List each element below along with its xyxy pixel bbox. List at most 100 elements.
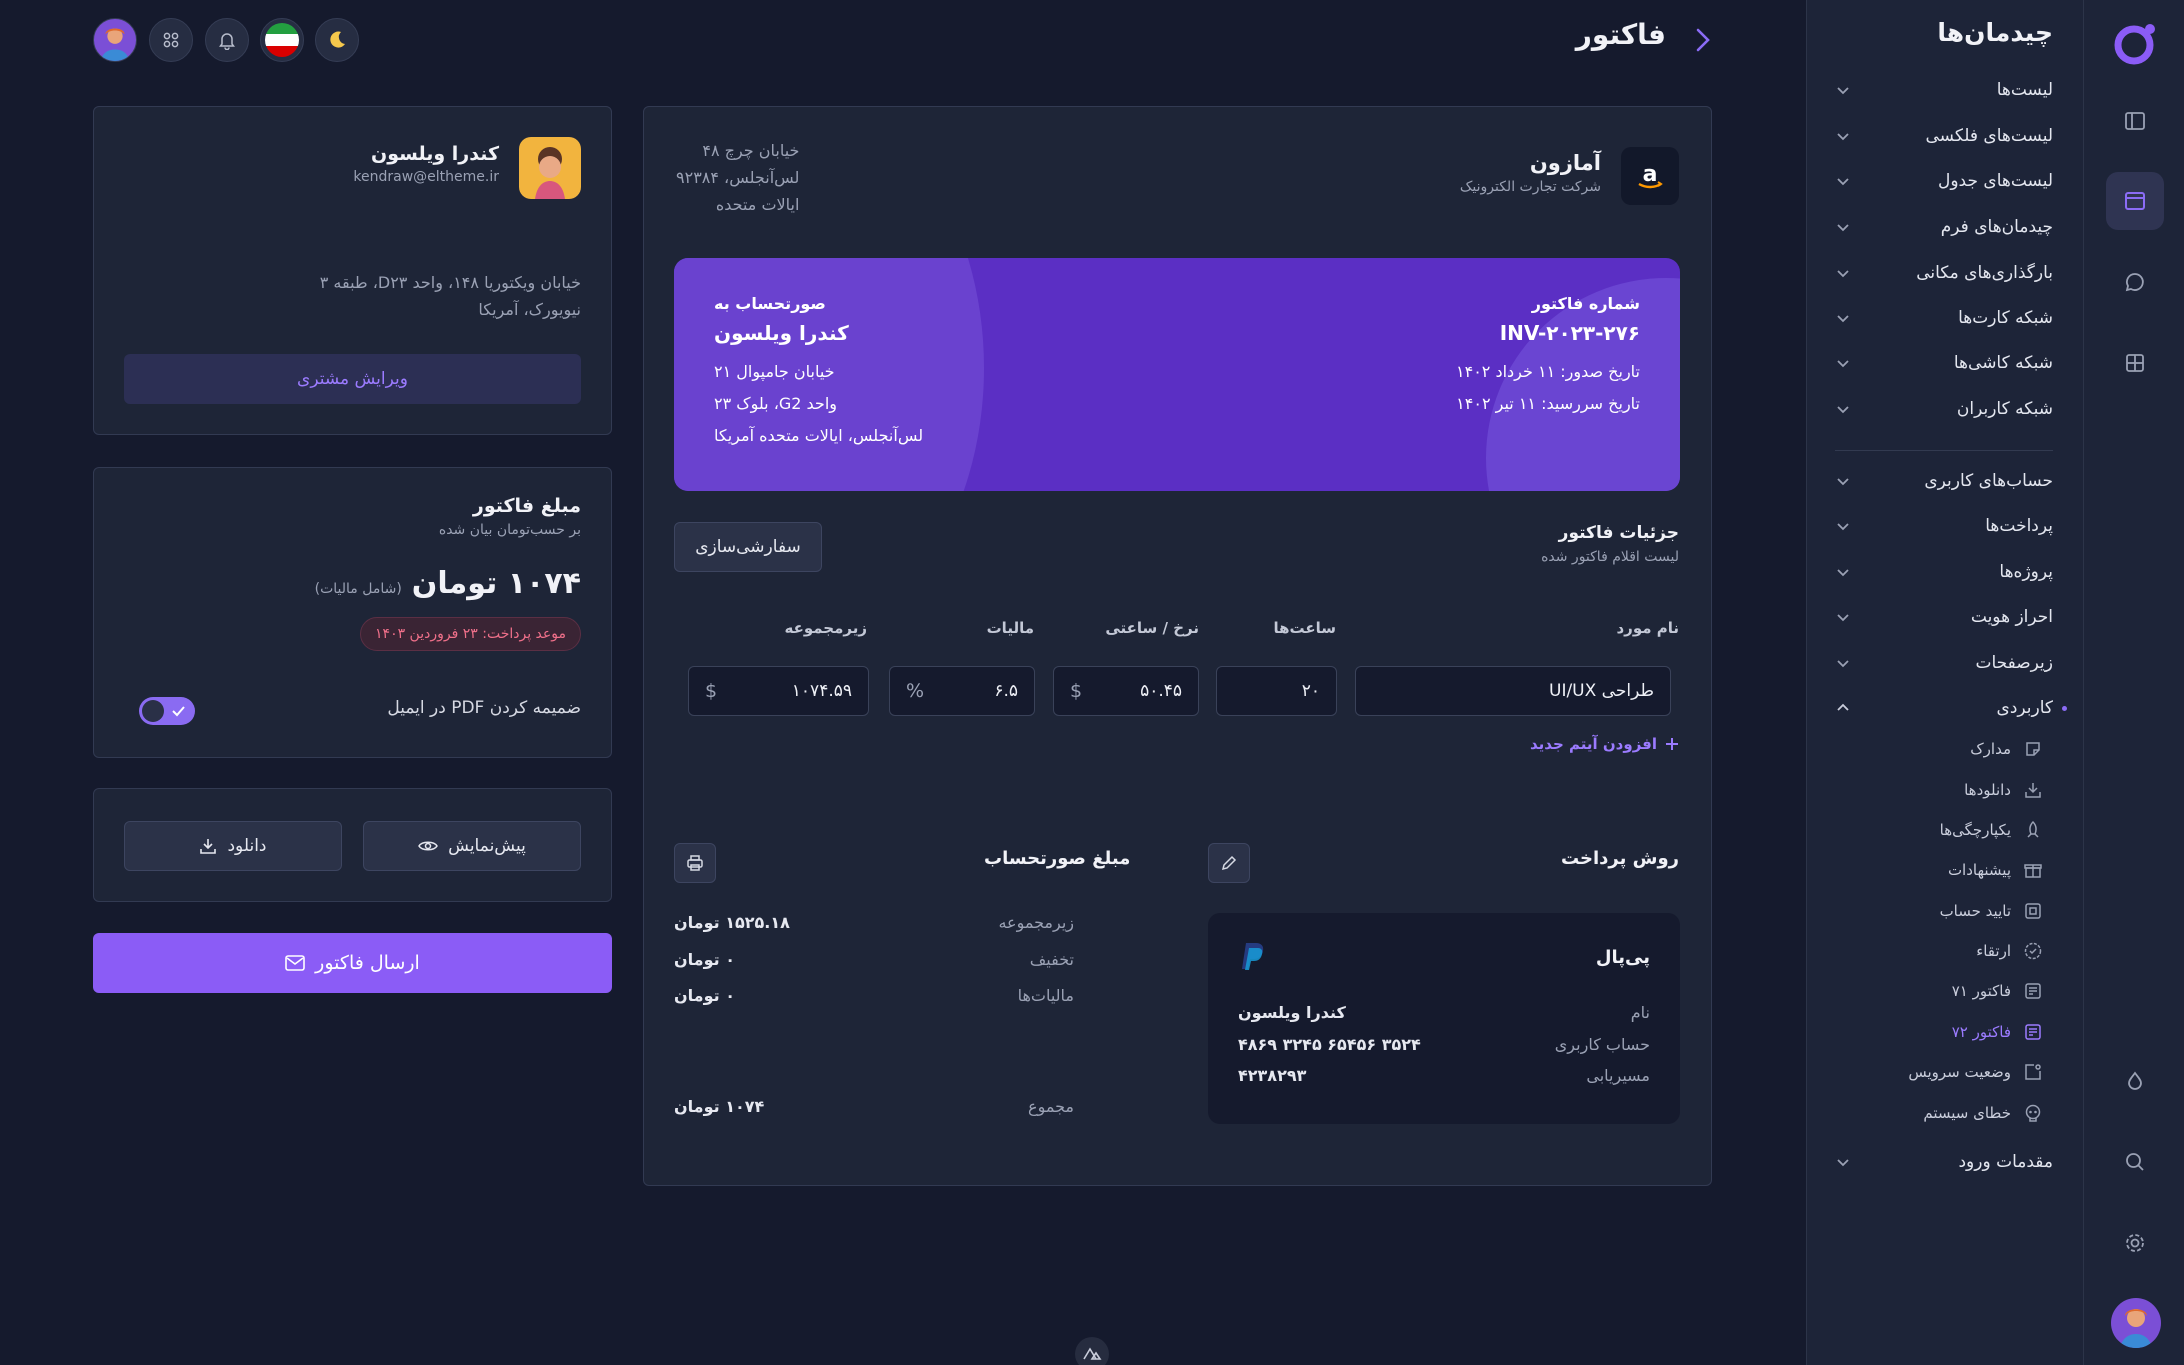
invoice-banner: شماره فاکتور INV-۲۰۲۳-۲۷۶ تاریخ صدور: ۱۱… bbox=[674, 258, 1680, 491]
sidebar-item-lists[interactable]: لیست‌ها bbox=[1835, 70, 2053, 110]
customize-button[interactable]: سفارشی‌سازی bbox=[674, 522, 822, 572]
sidebar-item-payments[interactable]: پرداخت‌ها bbox=[1835, 506, 2053, 546]
send-invoice-button[interactable]: ارسال فاکتور bbox=[93, 933, 612, 993]
summary-total-value: ۱۰۷۴ تومان bbox=[674, 1097, 765, 1116]
issue-date: تاریخ صدور: ۱۱ خرداد ۱۴۰۲ bbox=[1456, 362, 1640, 381]
sidebar-item-user-grid[interactable]: شبکه کاربران bbox=[1835, 389, 2053, 429]
sidebar-sub-offers[interactable]: پیشنهادات bbox=[1948, 853, 2043, 887]
sidebar-item-table-lists[interactable]: لیست‌های جدول bbox=[1835, 161, 2053, 201]
edit-customer-button[interactable]: ویرایش مشتری bbox=[124, 354, 581, 404]
sidebar-item-projects[interactable]: پروژه‌ها bbox=[1835, 552, 2053, 592]
summary-total-label: مجموع bbox=[1028, 1097, 1074, 1116]
sidebar-item-login-intro[interactable]: مقدمات ورود bbox=[1835, 1142, 2053, 1182]
sidebar-item-card-grid[interactable]: شبکه کارت‌ها bbox=[1835, 298, 2053, 338]
attach-pdf-toggle[interactable] bbox=[139, 697, 195, 725]
sidebar: چیدمان‌ها لیست‌ها لیست‌های فلکسی لیست‌ها… bbox=[1806, 0, 2083, 1365]
chevron-back-icon[interactable] bbox=[1692, 26, 1714, 54]
print-button[interactable] bbox=[674, 843, 716, 883]
skull-icon bbox=[2025, 1104, 2041, 1122]
sidebar-sub-verify-account[interactable]: تایید حساب bbox=[1940, 894, 2043, 928]
bill-to-label: صورتحساب به bbox=[714, 294, 826, 313]
column-header-tax: مالیات bbox=[986, 619, 1034, 637]
drop-icon[interactable] bbox=[2106, 1052, 2164, 1110]
due-date-badge: موعد پرداخت: ۲۳ فروردین ۱۴۰۳ bbox=[360, 617, 581, 651]
percent-icon: % bbox=[906, 680, 925, 702]
edit-payment-button[interactable] bbox=[1208, 843, 1250, 883]
sidebar-sub-downloads[interactable]: دانلودها bbox=[1964, 773, 2043, 807]
sidebar-item-accounts[interactable]: حساب‌های کاربری bbox=[1835, 461, 2053, 501]
customer-address: خیابان ویکتوریا ۱۴۸، واحد D۲۳، طبقه ۳ نی… bbox=[320, 269, 581, 323]
rocket-icon bbox=[2027, 820, 2039, 838]
sidebar-sub-invoice-72[interactable]: فاکتور ۷۲ bbox=[1952, 1015, 2043, 1049]
plus-icon bbox=[1666, 738, 1678, 750]
company-address: خیابان چرچ ۴۸ لس‌آنجلس، ۹۲۳۸۴ ایالات متح… bbox=[676, 137, 799, 218]
settings-gear-icon[interactable] bbox=[2106, 1214, 2164, 1272]
nuxt-logo-icon[interactable] bbox=[1075, 1337, 1109, 1365]
dollar-icon: $ bbox=[705, 680, 718, 702]
sidebar-item-utility[interactable]: کاربردی bbox=[1835, 688, 2053, 728]
subtotal-input[interactable]: ۱۰۷۴.۵۹ $ bbox=[688, 666, 869, 716]
customer-email: kendraw@eltheme.ir bbox=[353, 169, 499, 185]
sidebar-sub-documents[interactable]: مدارک bbox=[1970, 732, 2043, 766]
sidebar-item-auth[interactable]: احراز هویت bbox=[1835, 597, 2053, 637]
sidebar-item-form-layouts[interactable]: چیدمان‌های فرم bbox=[1835, 207, 2053, 247]
summary-subtotal-value: ۱۵۲۵.۱۸ تومان bbox=[674, 913, 790, 932]
apps-button[interactable] bbox=[149, 18, 193, 62]
amount-value-row: ۱۰۷۴ تومان (شامل مالیات) bbox=[315, 566, 581, 601]
notifications-button[interactable] bbox=[205, 18, 249, 62]
column-header-item: نام مورد bbox=[1616, 619, 1679, 637]
mail-icon bbox=[285, 955, 305, 971]
hours-input[interactable]: ۲۰ bbox=[1216, 666, 1337, 716]
summary-discount-value: ۰ تومان bbox=[674, 950, 735, 969]
app-logo-icon[interactable] bbox=[2112, 20, 2158, 66]
language-button[interactable] bbox=[260, 18, 304, 62]
sidebar-sub-service-status[interactable]: وضعیت سرویس bbox=[1908, 1055, 2043, 1089]
amazon-logo-icon: a bbox=[1621, 147, 1679, 205]
header-avatar[interactable] bbox=[93, 18, 137, 62]
search-icon[interactable] bbox=[2106, 1133, 2164, 1191]
preview-button[interactable]: پیش‌نمایش bbox=[363, 821, 581, 871]
item-name-input[interactable]: طراحی UI/UX bbox=[1355, 666, 1671, 716]
download-button[interactable]: دانلود bbox=[124, 821, 342, 871]
add-item-link[interactable]: افزودن آیتم جدید bbox=[1530, 735, 1679, 753]
summary-title: مبلغ صورتحساب bbox=[984, 848, 1131, 869]
download-tray-icon bbox=[2025, 783, 2041, 798]
sidebar-item-tile-grid[interactable]: شبکه کاشی‌ها bbox=[1835, 343, 2053, 383]
user-avatar[interactable] bbox=[2111, 1298, 2161, 1348]
sidebar-item-subpages[interactable]: زیرصفحات bbox=[1835, 643, 2053, 683]
sidebar-sub-upgrade[interactable]: ارتقاء bbox=[1976, 934, 2043, 968]
summary-subtotal-label: زیرمجموعه bbox=[998, 913, 1074, 932]
details-title: جزئیات فاکتور bbox=[1558, 523, 1679, 543]
sidebar-sub-invoice-71[interactable]: فاکتور ۷۱ bbox=[1952, 974, 2043, 1008]
account-label: حساب کاربری bbox=[1554, 1035, 1650, 1054]
sidebar-item-placeloads[interactable]: بارگذاری‌های مکانی bbox=[1835, 253, 2053, 293]
tax-input[interactable]: ۶.۵% bbox=[889, 666, 1035, 716]
invoice-card: a آمازون شرکت تجارت الکترونیک خیابان چرچ… bbox=[643, 106, 1712, 1186]
chat-icon[interactable] bbox=[2106, 253, 2164, 311]
svg-text:a: a bbox=[1643, 162, 1658, 187]
routing-label: مسیریابی bbox=[1586, 1066, 1650, 1085]
sidebar-toggle-icon[interactable] bbox=[2106, 92, 2164, 150]
grid-icon[interactable] bbox=[2106, 334, 2164, 392]
sidebar-sub-system-error[interactable]: خطای سیستم bbox=[1923, 1096, 2043, 1130]
printer-icon bbox=[687, 855, 703, 871]
customer-name: کندرا ویلسون bbox=[370, 143, 499, 165]
amount-subtitle: بر حسب‌تومان بیان شده bbox=[438, 522, 581, 538]
summary-tax-label: مالیات‌ها bbox=[1017, 986, 1074, 1005]
payment-provider: پی‌پال bbox=[1595, 947, 1650, 968]
sidebar-divider bbox=[1835, 450, 2053, 451]
bill-to-name: کندرا ویلسون bbox=[714, 321, 849, 345]
theme-toggle-button[interactable] bbox=[315, 18, 359, 62]
details-subtitle: لیست اقلام فاکتور شده bbox=[1541, 549, 1679, 565]
payment-method-title: روش پرداخت bbox=[1560, 848, 1679, 869]
company-description: شرکت تجارت الکترونیک bbox=[1459, 179, 1601, 195]
paypal-card: پی‌پال نام کندرا ویلسون حساب کاربری ۳۵۲۴… bbox=[1208, 913, 1680, 1124]
layouts-icon[interactable] bbox=[2106, 172, 2164, 230]
amount-value: ۱۰۷۴ تومان bbox=[411, 566, 581, 601]
sidebar-sub-integrations[interactable]: یکپارچگی‌ها bbox=[1940, 813, 2043, 847]
gift-icon bbox=[2024, 864, 2042, 878]
rate-input[interactable]: ۵۰.۴۵ $ bbox=[1053, 666, 1199, 716]
toggle-knob bbox=[142, 700, 164, 722]
verify-box-icon bbox=[2025, 903, 2041, 919]
sidebar-item-flex-lists[interactable]: لیست‌های فلکسی bbox=[1835, 116, 2053, 156]
